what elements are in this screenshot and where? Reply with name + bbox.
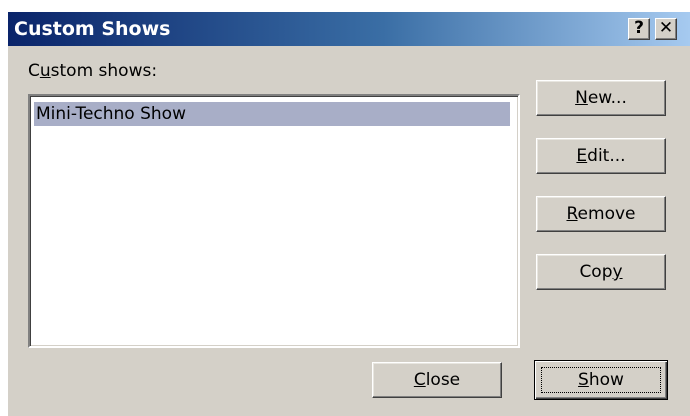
close-post: lose [425,370,461,390]
edit-post: dit... [587,146,626,166]
close-key: C [413,370,426,390]
new-button[interactable]: New... [536,80,666,116]
copy-button[interactable]: Copy [536,254,666,290]
copy-key: y [612,262,623,282]
label-prefix: C [28,61,40,81]
custom-shows-dialog: Custom Shows ? ✕ Custom shows: Mini-Tech… [8,12,690,416]
label-rest: stom shows: [50,61,158,81]
help-icon: ? [634,18,644,38]
new-post: ew... [587,88,627,108]
label-mnemonic: u [39,61,51,81]
custom-shows-listbox[interactable]: Mini-Techno Show [28,94,520,348]
show-key: S [578,370,589,390]
remove-key: R [566,204,578,224]
copy-pre: Cop [579,262,613,282]
close-button[interactable]: Close [372,362,502,398]
show-button[interactable]: Show [534,360,668,400]
dialog-title: Custom Shows [14,18,171,40]
remove-button[interactable]: Remove [536,196,666,232]
show-post: how [588,370,624,390]
edit-key: E [576,146,588,166]
custom-shows-label: Custom shows: [28,60,157,82]
list-item[interactable]: Mini-Techno Show [34,102,510,126]
close-window-button[interactable]: ✕ [655,18,677,40]
help-button[interactable]: ? [628,18,650,40]
title-bar[interactable]: Custom Shows ? ✕ [8,12,690,46]
remove-post: emove [577,204,636,224]
new-key: N [575,88,588,108]
edit-button[interactable]: Edit... [536,138,666,174]
close-icon: ✕ [658,18,674,38]
